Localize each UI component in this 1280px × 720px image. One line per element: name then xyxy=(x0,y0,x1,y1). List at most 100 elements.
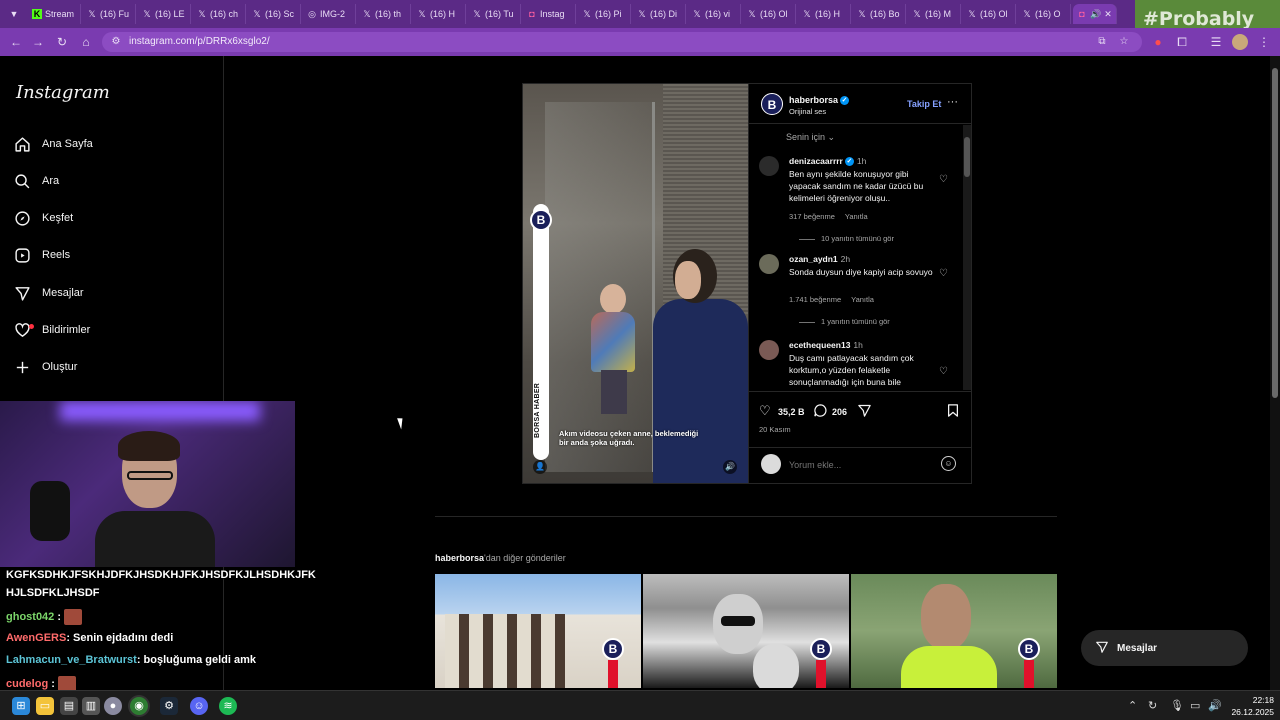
app-icon[interactable]: ▥ xyxy=(82,697,100,715)
reading-list-icon[interactable]: ☰ xyxy=(1208,34,1224,50)
like-count[interactable]: 35,2 B xyxy=(778,407,805,417)
browser-tab[interactable]: 𝕏 (16) Tu xyxy=(468,4,521,24)
view-replies-button[interactable]: 10 yanıtın tümünü gör xyxy=(799,234,894,243)
comment-username[interactable]: ecethequeen13 xyxy=(789,340,850,350)
avatar[interactable] xyxy=(759,340,779,360)
browser-tab[interactable]: K Stream xyxy=(28,4,81,24)
comment-username[interactable]: ozan_aydn1 xyxy=(789,254,838,264)
comment-time[interactable]: 2h xyxy=(841,254,850,264)
browser-tab[interactable]: 𝕏 (16) Ol xyxy=(743,4,796,24)
browser-tab[interactable]: ◎ IMG-2 xyxy=(303,4,356,24)
comments-scroll-thumb[interactable] xyxy=(964,137,970,177)
comments-scrollbar[interactable] xyxy=(963,125,971,390)
comment-input[interactable] xyxy=(789,458,929,472)
comment-likes[interactable]: 317 beğenme xyxy=(789,212,835,221)
audio-label[interactable]: Orijinal ses xyxy=(789,107,826,116)
site-info-icon[interactable]: ⚙ xyxy=(108,34,124,50)
browser-tab[interactable]: 𝕏 (16) ch xyxy=(193,4,246,24)
author-avatar[interactable]: B xyxy=(761,93,783,115)
tab-search-button[interactable]: ▼ xyxy=(6,6,22,22)
speaker-icon[interactable]: 🔊 xyxy=(1090,9,1101,19)
browser-tab[interactable]: 𝕏 (16) H xyxy=(413,4,466,24)
browser-tab[interactable]: 𝕏 (16) Ol xyxy=(963,4,1016,24)
post-video[interactable]: BORSA HABER B Akım videosu çeken anne, b… xyxy=(523,84,748,483)
extensions-puzzle-icon[interactable]: ⧠ xyxy=(1174,34,1190,50)
nav-messages[interactable]: Mesajlar xyxy=(14,280,204,306)
more-post-thumbnail[interactable]: B xyxy=(851,574,1057,688)
browser-tab[interactable]: 𝕏 (16) th xyxy=(358,4,411,24)
app-icon[interactable]: ● xyxy=(104,697,122,715)
tray-overflow-icon[interactable]: ⌃ xyxy=(1128,699,1137,712)
microphone-icon[interactable]: 🎙 xyxy=(1170,699,1184,712)
sync-icon[interactable]: ↻ xyxy=(1148,699,1157,712)
follow-button[interactable]: Takip Et xyxy=(907,99,941,109)
post-date[interactable]: 20 Kasım xyxy=(759,425,791,434)
nav-home[interactable]: Ana Sayfa xyxy=(14,131,204,157)
browser-tab[interactable]: 𝕏 (16) H xyxy=(798,4,851,24)
browser-tab[interactable]: 𝕏 (16) O xyxy=(1018,4,1071,24)
clock-date[interactable]: 26.12.2025 xyxy=(1226,707,1274,717)
forward-icon[interactable]: → xyxy=(30,34,46,50)
file-explorer-icon[interactable]: ▭ xyxy=(36,697,54,715)
browser-tab[interactable]: 𝕏 (16) Di xyxy=(633,4,686,24)
more-options-icon[interactable]: ··· xyxy=(947,96,958,108)
share-icon[interactable] xyxy=(857,403,872,421)
nav-create[interactable]: Oluştur xyxy=(14,354,204,380)
discord-icon[interactable]: ☺ xyxy=(190,697,208,715)
user-tag-icon[interactable]: 👤 xyxy=(533,460,547,474)
comment-like-icon[interactable]: ♡ xyxy=(939,268,948,279)
save-bookmark-icon[interactable] xyxy=(946,403,960,421)
browser-tab[interactable]: 𝕏 (16) LE xyxy=(138,4,191,24)
back-icon[interactable]: ← xyxy=(8,34,24,50)
reload-icon[interactable]: ↻ xyxy=(54,34,70,50)
comment-like-icon[interactable]: ♡ xyxy=(939,366,948,377)
browser-tab[interactable]: 𝕏 (16) vi xyxy=(688,4,741,24)
avatar[interactable] xyxy=(759,156,779,176)
more-post-thumbnail[interactable]: B xyxy=(643,574,849,688)
browser-tab[interactable]: ◘ Instag xyxy=(523,4,576,24)
home-button-icon[interactable]: ⌂ xyxy=(78,34,94,50)
comment-time[interactable]: 1h xyxy=(857,156,866,166)
browser-tab[interactable]: 𝕏 (16) Pi xyxy=(578,4,631,24)
emoji-icon[interactable]: ☺ xyxy=(941,456,956,471)
reply-button[interactable]: Yanıtla xyxy=(851,295,874,304)
comment-username[interactable]: denizacaarrrr xyxy=(789,156,843,166)
install-app-icon[interactable]: ⧉ xyxy=(1094,34,1110,50)
extension-icon[interactable]: ● xyxy=(1150,34,1166,50)
browser-tab-active[interactable]: ◘ 🔊 ✕ xyxy=(1073,4,1117,24)
nav-search[interactable]: Ara xyxy=(14,168,204,194)
more-posts-username[interactable]: haberborsa xyxy=(435,553,484,563)
volume-icon[interactable]: 🔊 xyxy=(1208,699,1222,712)
comment-time[interactable]: 1h xyxy=(853,340,862,350)
sound-icon[interactable]: 🔊 xyxy=(723,460,737,474)
comment-sort-dropdown[interactable]: Senin için ⌄ xyxy=(786,132,835,143)
comment-icon[interactable] xyxy=(813,403,828,421)
comment-likes[interactable]: 1.741 beğenme xyxy=(789,295,841,304)
chrome-icon[interactable]: ◉ xyxy=(130,697,148,715)
profile-avatar[interactable] xyxy=(1232,34,1248,50)
browser-tab[interactable]: 𝕏 (16) Sc xyxy=(248,4,301,24)
page-scroll-thumb[interactable] xyxy=(1272,68,1278,398)
nav-explore[interactable]: Keşfet xyxy=(14,205,204,231)
more-post-thumbnail[interactable]: B xyxy=(435,574,641,688)
reply-button[interactable]: Yanıtla xyxy=(845,212,868,221)
spotify-icon[interactable]: ≋ xyxy=(219,697,237,715)
nav-notifications[interactable]: Bildirimler xyxy=(14,317,204,343)
view-replies-button[interactable]: 1 yanıtın tümünü gör xyxy=(799,317,890,326)
page-scrollbar[interactable] xyxy=(1270,56,1280,690)
browser-tab[interactable]: 𝕏 (16) M xyxy=(908,4,961,24)
comment-like-icon[interactable]: ♡ xyxy=(939,174,948,185)
comment-count[interactable]: 206 xyxy=(832,407,847,417)
clock-time[interactable]: 22:18 xyxy=(1240,695,1274,705)
avatar[interactable] xyxy=(759,254,779,274)
browser-menu-icon[interactable]: ⋮ xyxy=(1256,34,1272,50)
instagram-logo[interactable]: Instagram xyxy=(16,82,110,103)
nav-reels[interactable]: Reels xyxy=(14,242,204,268)
bookmark-star-icon[interactable]: ☆ xyxy=(1116,34,1132,50)
browser-tab[interactable]: 𝕏 (16) Bo xyxy=(853,4,906,24)
browser-tab[interactable]: 𝕏 (16) Fu xyxy=(83,4,136,24)
author-username[interactable]: haberborsa ✓ xyxy=(789,95,850,106)
steam-icon[interactable]: ⚙ xyxy=(160,697,178,715)
start-icon[interactable]: ⊞ xyxy=(12,697,30,715)
like-icon[interactable]: ♡ xyxy=(759,403,771,419)
